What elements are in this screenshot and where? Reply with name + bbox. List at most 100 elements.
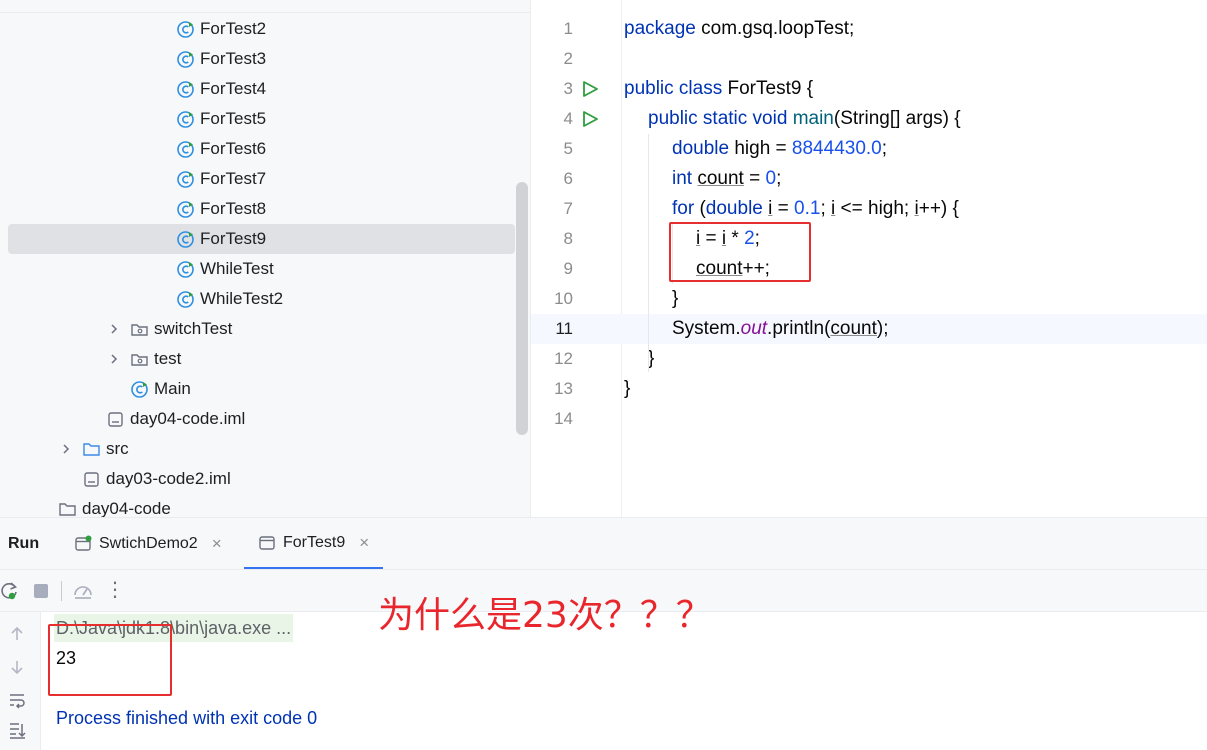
tree-item-day03-code2-iml[interactable]: day03-code2.iml [0, 464, 516, 494]
code-line-1[interactable]: 1 package com.gsq.loopTest; [531, 14, 1207, 44]
folder-icon [83, 442, 100, 456]
run-tab-fortest9[interactable]: ForTest9 × [244, 518, 384, 570]
soft-wrap-icon[interactable] [7, 690, 27, 710]
line-number: 5 [563, 139, 573, 158]
tab-label: SwtichDemo2 [99, 535, 198, 552]
scroll-up-icon[interactable] [7, 624, 27, 644]
tree-item-src[interactable]: src [0, 434, 516, 464]
tree-item-switchtest[interactable]: switchTest [0, 314, 516, 344]
tree-item-label: ForTest8 [200, 199, 267, 218]
scroll-to-end-icon[interactable] [7, 720, 27, 740]
code-line-6[interactable]: 6 int count = 0; [531, 164, 1207, 194]
code-line-3[interactable]: 3 public class ForTest9 { [531, 74, 1207, 104]
console-exit-message: Process finished with exit code 0 [56, 708, 318, 728]
indent-guide [672, 224, 673, 284]
code-text: System.out.println(count); [672, 318, 889, 339]
tree-item-fortest8[interactable]: ForTest8 [0, 194, 516, 224]
java-class-icon [177, 290, 194, 308]
tree-item-fortest3[interactable]: ForTest3 [0, 44, 516, 74]
code-text: i = i * 2; [696, 228, 760, 249]
tree-item-fortest7[interactable]: ForTest7 [0, 164, 516, 194]
code-line-13[interactable]: 13 } [531, 374, 1207, 404]
code-line-9[interactable]: 9 count++; [531, 254, 1207, 284]
line-number: 13 [554, 379, 573, 398]
run-tab-swtichdemo2[interactable]: SwtichDemo2 × [74, 518, 222, 570]
more-options-icon[interactable]: ⋮ [104, 577, 126, 601]
tree-item-label: switchTest [154, 319, 233, 338]
tree-scrollbar[interactable] [516, 182, 528, 435]
java-class-icon [177, 170, 194, 188]
tree-item-whiletest2[interactable]: WhileTest2 [0, 284, 516, 314]
close-icon[interactable]: × [359, 534, 369, 551]
project-tree-panel: ForTest2 ForTest3 ForTest4 ForTest5 ForTest6… [0, 0, 530, 517]
scroll-down-icon[interactable] [7, 657, 27, 677]
line-number: 10 [554, 289, 573, 308]
line-number: 14 [554, 409, 573, 428]
run-class-icon[interactable] [581, 80, 599, 98]
chevron-right-icon[interactable] [108, 353, 120, 365]
toolbar-separator [61, 581, 62, 601]
code-text: public class ForTest9 { [624, 78, 814, 99]
tree-item-label: ForTest6 [200, 139, 267, 158]
tree-item-label: ForTest2 [200, 19, 267, 38]
tree-item-fortest6[interactable]: ForTest6 [0, 134, 516, 164]
chevron-right-icon[interactable] [108, 323, 120, 335]
module-file-icon [108, 411, 123, 427]
tree-item-label: test [154, 349, 182, 368]
annotation-question: 为什么是23次？？？ [378, 595, 712, 636]
rerun-icon[interactable] [0, 580, 20, 602]
tree-item-test[interactable]: test [0, 344, 516, 374]
code-line-5[interactable]: 5 double high = 8844430.0; [531, 134, 1207, 164]
code-line-7[interactable]: 7 for (double i = 0.1; i <= high; i++) { [531, 194, 1207, 224]
run-main-icon[interactable] [581, 110, 599, 128]
tree-item-label: ForTest9 [200, 229, 267, 248]
code-line-10[interactable]: 10 } [531, 284, 1207, 314]
code-text: int count = 0; [672, 168, 782, 189]
tree-item-label: src [106, 439, 129, 458]
code-editor[interactable]: 1 package com.gsq.loopTest; 2 3 public c… [530, 0, 1207, 517]
chevron-right-icon[interactable] [60, 443, 72, 455]
code-text: count++; [696, 258, 770, 279]
tree-item-day04-code[interactable]: day04-code [0, 494, 516, 517]
tree-item-label: Main [154, 379, 191, 398]
module-file-icon [84, 471, 99, 487]
code-text: for (double i = 0.1; i <= high; i++) { [672, 198, 959, 219]
line-number: 9 [563, 259, 573, 278]
code-line-2[interactable]: 2 [531, 44, 1207, 74]
code-line-14[interactable]: 14 [531, 404, 1207, 434]
line-number: 6 [563, 169, 573, 188]
stop-icon[interactable] [30, 580, 52, 602]
tree-item-label: day04-code [82, 499, 171, 517]
code-text: } [624, 378, 631, 399]
close-icon[interactable]: × [212, 535, 222, 552]
profiler-gauge-icon[interactable] [72, 580, 94, 602]
package-icon [131, 353, 148, 366]
tree-item-fortest9[interactable]: ForTest9 [8, 224, 515, 254]
code-line-4[interactable]: 4 public static void main(String[] args)… [531, 104, 1207, 134]
tree-item-label: day04-code.iml [130, 409, 246, 428]
tree-item-label: ForTest3 [200, 49, 267, 68]
tree-item-label: day03-code2.iml [106, 469, 231, 488]
run-config-icon [75, 535, 92, 551]
tree-item-fortest4[interactable]: ForTest4 [0, 74, 516, 104]
tree-item-label: WhileTest [200, 259, 274, 278]
package-icon [131, 323, 148, 336]
code-line-8[interactable]: 8 i = i * 2; [531, 224, 1207, 254]
tree-item-whiletest[interactable]: WhileTest [0, 254, 516, 284]
tree-item-fortest2[interactable]: ForTest2 [0, 14, 516, 44]
tree-top-divider [0, 12, 530, 13]
line-number: 12 [554, 349, 573, 368]
java-class-icon [131, 380, 148, 398]
tree-item-day04-code-iml[interactable]: day04-code.iml [0, 404, 516, 434]
java-class-icon [177, 260, 194, 278]
run-tool-window-header: Run SwtichDemo2 × ForTest9 × [0, 517, 1207, 570]
console-result: 23 [56, 648, 77, 668]
indent-guide [648, 134, 649, 372]
tree-item-label: ForTest7 [200, 169, 267, 188]
tree-item-main[interactable]: Main [0, 374, 516, 404]
code-line-12[interactable]: 12 } [531, 344, 1207, 374]
tree-item-fortest5[interactable]: ForTest5 [0, 104, 516, 134]
code-text: } [672, 288, 679, 309]
run-config-icon [259, 535, 275, 550]
code-line-11[interactable]: 11 System.out.println(count); [531, 314, 1207, 344]
